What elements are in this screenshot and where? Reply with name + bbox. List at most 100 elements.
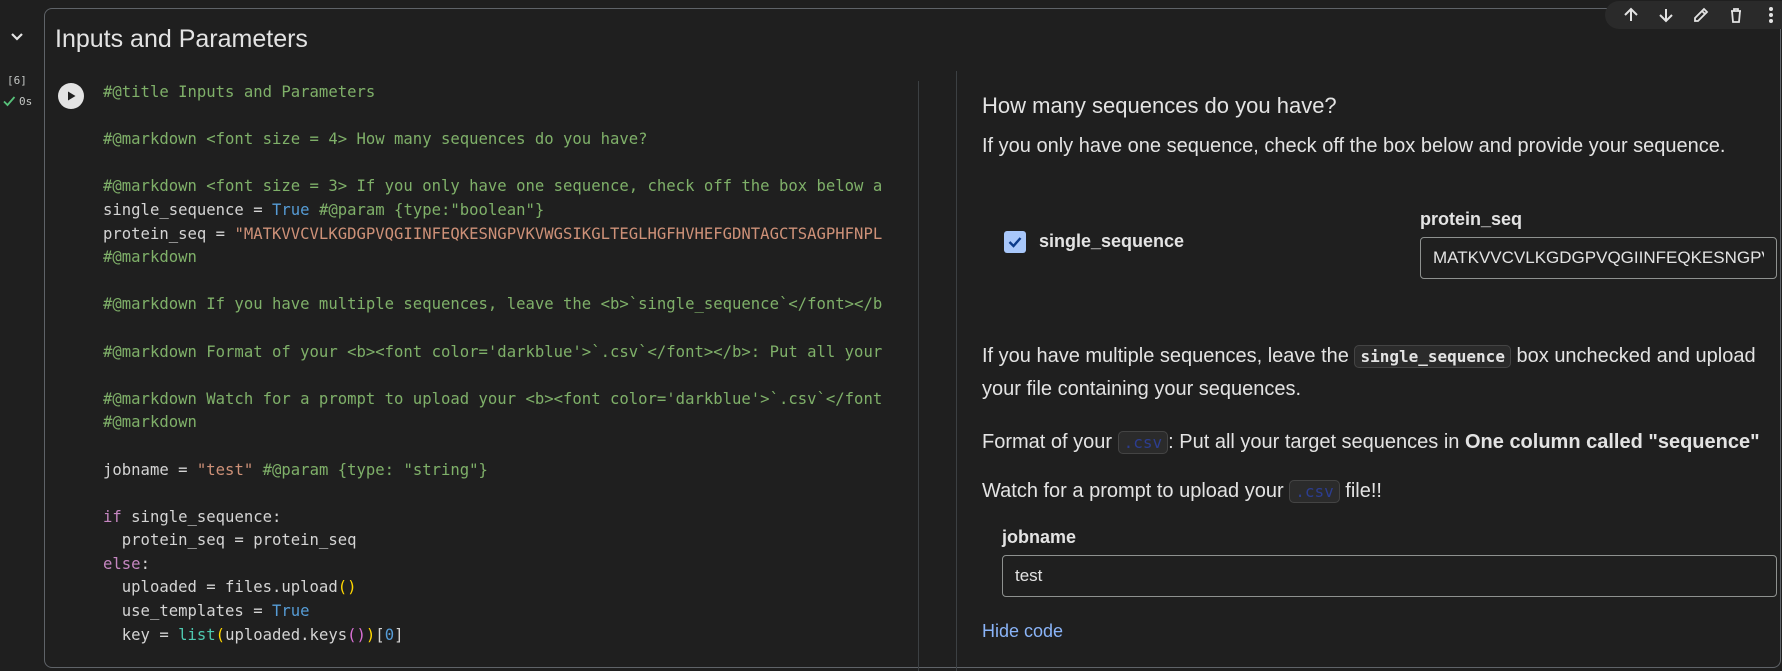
code-token: () (337, 578, 357, 597)
code-cell[interactable]: Inputs and Parameters #@title Inputs and… (44, 1, 1782, 671)
code-token: single_sequence = (103, 200, 272, 219)
check-icon (3, 96, 16, 107)
multiple-sequences-text: If you have multiple sequences, leave th… (982, 340, 1772, 405)
code-line: use_templates = True (103, 600, 918, 624)
code-ruler (918, 81, 919, 671)
code-token: protein_seq = protein_seq (103, 531, 357, 550)
code-token: protein_seq = (103, 224, 235, 243)
code-token: uploaded = files.upload (103, 578, 338, 597)
protein-seq-input[interactable] (1420, 237, 1777, 279)
csv-code: .csv (1117, 431, 1169, 454)
code-line: #@markdown Format of your <b><font color… (103, 341, 918, 365)
code-token: key = (103, 625, 179, 644)
code-token: #@markdown <font size = 4> How many sequ… (103, 130, 648, 149)
more-actions-button[interactable] (1758, 2, 1782, 28)
format-text-mid: : Put all your target sequences in (1168, 431, 1465, 453)
code-token: single_sequence: (121, 507, 282, 526)
protein-seq-label: protein_seq (1420, 209, 1523, 229)
code-token: #@markdown (103, 248, 197, 267)
watch-text-post: file!! (1339, 480, 1382, 502)
code-token: #@param {type: "string"} (253, 460, 488, 479)
code-line: jobname = "test" #@param {type: "string"… (103, 459, 918, 483)
run-cell-button[interactable] (58, 83, 84, 109)
collapse-section-button[interactable] (8, 28, 26, 46)
code-token: jobname = (103, 460, 197, 479)
code-token: #@param {type:"boolean"} (309, 200, 545, 219)
format-text-pre: Format of your (982, 431, 1118, 453)
code-token: "test" (196, 460, 254, 479)
code-token: #@markdown Format of your <b><font color… (103, 342, 883, 361)
trash-icon (1731, 8, 1742, 23)
code-token: uploaded.keys (225, 625, 348, 644)
code-token: ( (215, 625, 226, 644)
code-token: #@markdown (103, 413, 197, 432)
single-sequence-label: single_sequence (1039, 231, 1185, 251)
code-line: if single_sequence: (103, 506, 918, 530)
single-sequence-checkbox[interactable] (1004, 231, 1026, 253)
execution-status: 0s (2, 94, 32, 108)
code-token: ) (365, 625, 376, 644)
code-token: if (103, 507, 122, 526)
format-text-bold: One column called "sequence" (1464, 431, 1760, 453)
code-line: #@markdown <font size = 4> How many sequ… (103, 128, 918, 152)
cell-toolbar (1605, 1, 1782, 29)
edit-icon (1694, 7, 1709, 22)
code-form-divider (956, 71, 957, 671)
move-cell-down-button[interactable] (1653, 2, 1679, 28)
form-heading: How many sequences do you have? (982, 93, 1337, 118)
more-vert-icon (1769, 7, 1774, 23)
code-token: ] (394, 625, 404, 644)
code-token: [ (375, 625, 385, 644)
code-token: #@title Inputs and Parameters (103, 83, 376, 101)
arrow-down-icon (1659, 9, 1673, 23)
single-sequence-code: single_sequence (1354, 345, 1511, 368)
code-line: uploaded = files.upload() (103, 576, 918, 600)
csv-code: .csv (1289, 480, 1340, 503)
code-line: #@markdown Watch for a prompt to upload … (103, 388, 918, 412)
code-token: 0 (384, 625, 395, 644)
code-line: #@markdown (103, 246, 918, 270)
code-token: use_templates = (103, 602, 272, 621)
execution-time: 0s (19, 94, 33, 108)
code-token: else (103, 554, 141, 573)
code-token: : (140, 554, 150, 573)
code-line: #@title Inputs and Parameters (103, 81, 918, 105)
code-line: protein_seq = protein_seq (103, 529, 918, 553)
code-token: True (272, 602, 310, 621)
multi-text-pre: If you have multiple sequences, leave th… (982, 345, 1355, 367)
watch-text: Watch for a prompt to upload your .csv f… (982, 475, 1382, 508)
jobname-label: jobname (1002, 527, 1077, 547)
code-token: True (272, 200, 310, 219)
code-line: single_sequence = True #@param {type:"bo… (103, 199, 918, 223)
single-sequence-intro: If you only have one sequence, check off… (982, 135, 1726, 157)
code-token: #@markdown <font size = 3> If you only h… (103, 177, 883, 196)
code-token: list (178, 625, 216, 644)
code-line: #@markdown If you have multiple sequence… (103, 293, 918, 317)
arrow-up-icon (1623, 7, 1638, 21)
code-token: #@markdown If you have multiple sequence… (103, 295, 883, 314)
code-editor[interactable]: #@title Inputs and Parameters #@markdown … (103, 81, 918, 671)
checkmark-icon (1008, 237, 1022, 248)
chevron-down-icon (11, 33, 23, 41)
code-line: else: (103, 553, 918, 577)
code-line: #@markdown <font size = 3> If you only h… (103, 175, 918, 199)
move-cell-up-button[interactable] (1618, 2, 1644, 28)
format-text: Format of your .csv: Put all your target… (982, 426, 1760, 459)
edit-cell-button[interactable] (1688, 2, 1714, 28)
code-token: () (347, 625, 366, 644)
execution-count: [6] (7, 74, 27, 87)
hide-code-link[interactable]: Hide code (982, 621, 1063, 642)
jobname-input[interactable] (1002, 555, 1777, 597)
code-token: "MATKVVCVLKGDGPVQGIINFEQKESNGPVKVWGSIKGL… (234, 224, 883, 243)
delete-cell-button[interactable] (1723, 2, 1749, 28)
play-icon (68, 91, 76, 101)
watch-text-pre: Watch for a prompt to upload your (982, 480, 1290, 502)
code-line: protein_seq = "MATKVVCVLKGDGPVQGIINFEQKE… (103, 223, 918, 247)
cell-title: Inputs and Parameters (55, 25, 308, 53)
